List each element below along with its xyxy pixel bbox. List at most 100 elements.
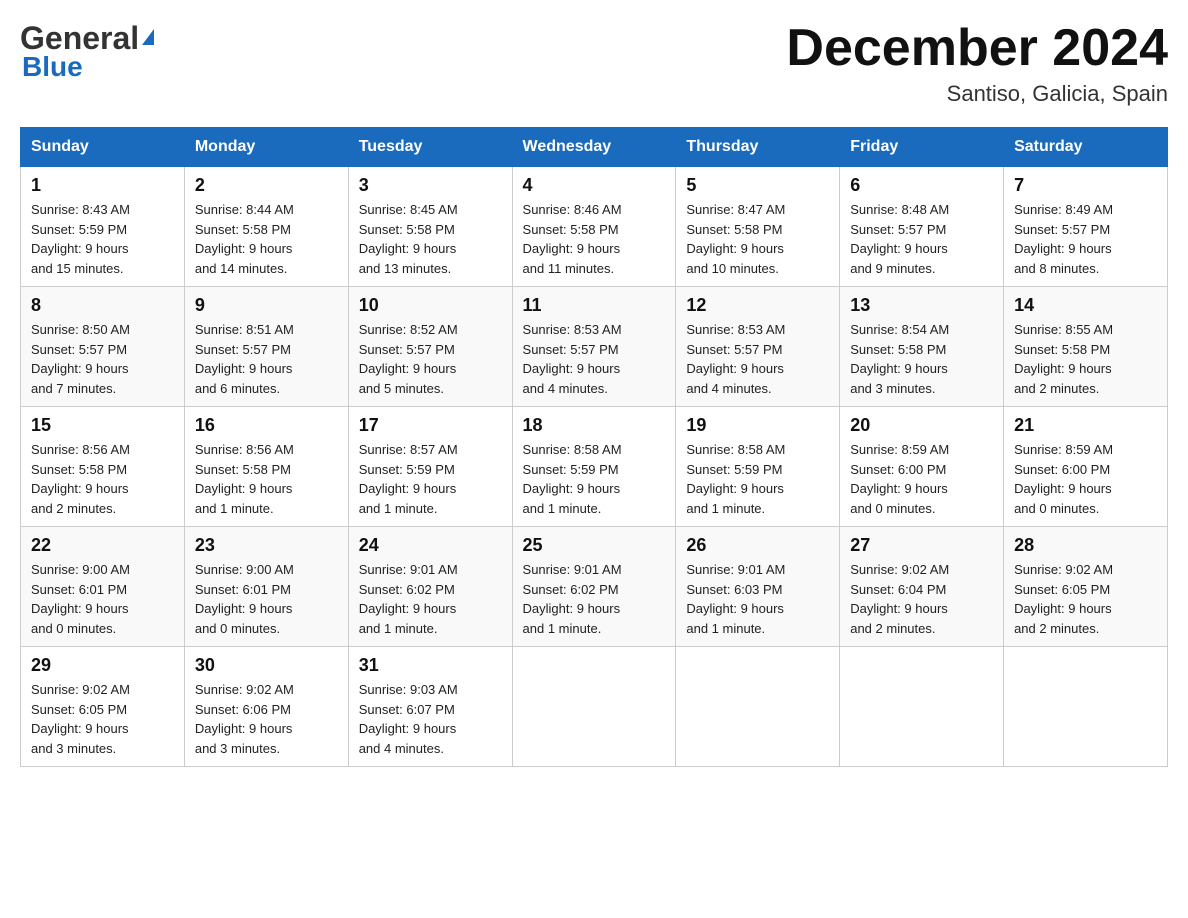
calendar-day-cell bbox=[1004, 647, 1168, 767]
calendar-day-cell bbox=[840, 647, 1004, 767]
day-number: 22 bbox=[31, 535, 174, 556]
day-of-week-header: Monday bbox=[184, 128, 348, 167]
calendar-day-cell: 1Sunrise: 8:43 AM Sunset: 5:59 PM Daylig… bbox=[21, 167, 185, 287]
calendar-day-cell: 4Sunrise: 8:46 AM Sunset: 5:58 PM Daylig… bbox=[512, 167, 676, 287]
calendar-day-cell: 3Sunrise: 8:45 AM Sunset: 5:58 PM Daylig… bbox=[348, 167, 512, 287]
page-header: General Blue December 2024 Santiso, Gali… bbox=[20, 20, 1168, 107]
day-number: 7 bbox=[1014, 175, 1157, 196]
calendar-day-cell: 13 Sunrise: 8:54 AM Sunset: 5:58 PM Dayli… bbox=[840, 287, 1004, 407]
calendar-day-cell: 10 Sunrise: 8:52 AM Sunset: 5:57 PM Dayli… bbox=[348, 287, 512, 407]
day-info: Sunrise: 8:52 AM Sunset: 5:57 PM Dayligh… bbox=[359, 320, 502, 398]
calendar-day-cell: 9 Sunrise: 8:51 AM Sunset: 5:57 PM Daylig… bbox=[184, 287, 348, 407]
calendar-week-row: 22 Sunrise: 9:00 AM Sunset: 6:01 PM Dayli… bbox=[21, 527, 1168, 647]
day-info: Sunrise: 8:48 AM Sunset: 5:57 PM Dayligh… bbox=[850, 200, 993, 278]
calendar-day-cell: 30 Sunrise: 9:02 AM Sunset: 6:06 PM Dayli… bbox=[184, 647, 348, 767]
day-of-week-header: Tuesday bbox=[348, 128, 512, 167]
day-number: 11 bbox=[523, 295, 666, 316]
day-info: Sunrise: 8:56 AM Sunset: 5:58 PM Dayligh… bbox=[31, 440, 174, 518]
day-number: 5 bbox=[686, 175, 829, 196]
calendar-day-cell bbox=[512, 647, 676, 767]
day-info: Sunrise: 8:55 AM Sunset: 5:58 PM Dayligh… bbox=[1014, 320, 1157, 398]
day-info: Sunrise: 9:00 AM Sunset: 6:01 PM Dayligh… bbox=[31, 560, 174, 638]
day-info: Sunrise: 9:02 AM Sunset: 6:05 PM Dayligh… bbox=[1014, 560, 1157, 638]
day-number: 8 bbox=[31, 295, 174, 316]
day-info: Sunrise: 8:54 AM Sunset: 5:58 PM Dayligh… bbox=[850, 320, 993, 398]
day-info: Sunrise: 8:56 AM Sunset: 5:58 PM Dayligh… bbox=[195, 440, 338, 518]
day-info: Sunrise: 9:03 AM Sunset: 6:07 PM Dayligh… bbox=[359, 680, 502, 758]
calendar-day-cell: 19 Sunrise: 8:58 AM Sunset: 5:59 PM Dayli… bbox=[676, 407, 840, 527]
logo-blue-text: Blue bbox=[22, 51, 83, 83]
calendar-day-cell: 17 Sunrise: 8:57 AM Sunset: 5:59 PM Dayli… bbox=[348, 407, 512, 527]
day-info: Sunrise: 8:57 AM Sunset: 5:59 PM Dayligh… bbox=[359, 440, 502, 518]
day-info: Sunrise: 8:44 AM Sunset: 5:58 PM Dayligh… bbox=[195, 200, 338, 278]
title-block: December 2024 Santiso, Galicia, Spain bbox=[786, 20, 1168, 107]
calendar-day-cell: 26Sunrise: 9:01 AM Sunset: 6:03 PM Dayli… bbox=[676, 527, 840, 647]
calendar-day-cell: 16Sunrise: 8:56 AM Sunset: 5:58 PM Dayli… bbox=[184, 407, 348, 527]
calendar-day-cell: 28 Sunrise: 9:02 AM Sunset: 6:05 PM Dayli… bbox=[1004, 527, 1168, 647]
calendar-day-cell: 29Sunrise: 9:02 AM Sunset: 6:05 PM Dayli… bbox=[21, 647, 185, 767]
day-number: 10 bbox=[359, 295, 502, 316]
day-number: 13 bbox=[850, 295, 993, 316]
calendar-week-row: 29Sunrise: 9:02 AM Sunset: 6:05 PM Dayli… bbox=[21, 647, 1168, 767]
day-info: Sunrise: 9:02 AM Sunset: 6:04 PM Dayligh… bbox=[850, 560, 993, 638]
day-number: 28 bbox=[1014, 535, 1157, 556]
day-number: 25 bbox=[523, 535, 666, 556]
day-number: 4 bbox=[523, 175, 666, 196]
calendar-day-cell: 2 Sunrise: 8:44 AM Sunset: 5:58 PM Daylig… bbox=[184, 167, 348, 287]
day-number: 18 bbox=[523, 415, 666, 436]
day-number: 6 bbox=[850, 175, 993, 196]
day-info: Sunrise: 8:59 AM Sunset: 6:00 PM Dayligh… bbox=[850, 440, 993, 518]
day-info: Sunrise: 9:02 AM Sunset: 6:06 PM Dayligh… bbox=[195, 680, 338, 758]
calendar-day-cell: 6 Sunrise: 8:48 AM Sunset: 5:57 PM Daylig… bbox=[840, 167, 1004, 287]
day-number: 27 bbox=[850, 535, 993, 556]
day-of-week-header: Sunday bbox=[21, 128, 185, 167]
day-info: Sunrise: 9:00 AM Sunset: 6:01 PM Dayligh… bbox=[195, 560, 338, 638]
calendar-header-row: SundayMondayTuesdayWednesdayThursdayFrid… bbox=[21, 128, 1168, 167]
calendar-day-cell: 25 Sunrise: 9:01 AM Sunset: 6:02 PM Dayli… bbox=[512, 527, 676, 647]
day-number: 2 bbox=[195, 175, 338, 196]
calendar-week-row: 15Sunrise: 8:56 AM Sunset: 5:58 PM Dayli… bbox=[21, 407, 1168, 527]
day-info: Sunrise: 9:02 AM Sunset: 6:05 PM Dayligh… bbox=[31, 680, 174, 758]
day-info: Sunrise: 8:51 AM Sunset: 5:57 PM Dayligh… bbox=[195, 320, 338, 398]
day-info: Sunrise: 8:50 AM Sunset: 5:57 PM Dayligh… bbox=[31, 320, 174, 398]
day-number: 17 bbox=[359, 415, 502, 436]
calendar-day-cell: 21Sunrise: 8:59 AM Sunset: 6:00 PM Dayli… bbox=[1004, 407, 1168, 527]
day-info: Sunrise: 8:53 AM Sunset: 5:57 PM Dayligh… bbox=[523, 320, 666, 398]
calendar-day-cell: 15Sunrise: 8:56 AM Sunset: 5:58 PM Dayli… bbox=[21, 407, 185, 527]
day-number: 1 bbox=[31, 175, 174, 196]
logo: General Blue bbox=[20, 20, 154, 83]
day-of-week-header: Wednesday bbox=[512, 128, 676, 167]
calendar-table: SundayMondayTuesdayWednesdayThursdayFrid… bbox=[20, 127, 1168, 767]
day-number: 21 bbox=[1014, 415, 1157, 436]
calendar-day-cell: 24 Sunrise: 9:01 AM Sunset: 6:02 PM Dayli… bbox=[348, 527, 512, 647]
day-number: 14 bbox=[1014, 295, 1157, 316]
day-info: Sunrise: 8:53 AM Sunset: 5:57 PM Dayligh… bbox=[686, 320, 829, 398]
day-info: Sunrise: 9:01 AM Sunset: 6:02 PM Dayligh… bbox=[359, 560, 502, 638]
day-info: Sunrise: 9:01 AM Sunset: 6:02 PM Dayligh… bbox=[523, 560, 666, 638]
day-number: 30 bbox=[195, 655, 338, 676]
calendar-day-cell: 20Sunrise: 8:59 AM Sunset: 6:00 PM Dayli… bbox=[840, 407, 1004, 527]
day-number: 26 bbox=[686, 535, 829, 556]
calendar-week-row: 1Sunrise: 8:43 AM Sunset: 5:59 PM Daylig… bbox=[21, 167, 1168, 287]
day-of-week-header: Thursday bbox=[676, 128, 840, 167]
calendar-day-cell: 14 Sunrise: 8:55 AM Sunset: 5:58 PM Dayli… bbox=[1004, 287, 1168, 407]
day-number: 12 bbox=[686, 295, 829, 316]
calendar-subtitle: Santiso, Galicia, Spain bbox=[786, 81, 1168, 107]
day-info: Sunrise: 8:58 AM Sunset: 5:59 PM Dayligh… bbox=[686, 440, 829, 518]
calendar-week-row: 8 Sunrise: 8:50 AM Sunset: 5:57 PM Daylig… bbox=[21, 287, 1168, 407]
day-number: 23 bbox=[195, 535, 338, 556]
calendar-day-cell: 11 Sunrise: 8:53 AM Sunset: 5:57 PM Dayli… bbox=[512, 287, 676, 407]
day-number: 3 bbox=[359, 175, 502, 196]
day-number: 19 bbox=[686, 415, 829, 436]
day-info: Sunrise: 8:47 AM Sunset: 5:58 PM Dayligh… bbox=[686, 200, 829, 278]
calendar-day-cell: 8 Sunrise: 8:50 AM Sunset: 5:57 PM Daylig… bbox=[21, 287, 185, 407]
day-info: Sunrise: 8:58 AM Sunset: 5:59 PM Dayligh… bbox=[523, 440, 666, 518]
calendar-day-cell: 7Sunrise: 8:49 AM Sunset: 5:57 PM Daylig… bbox=[1004, 167, 1168, 287]
logo-triangle-icon bbox=[142, 29, 154, 45]
day-number: 9 bbox=[195, 295, 338, 316]
day-of-week-header: Saturday bbox=[1004, 128, 1168, 167]
day-of-week-header: Friday bbox=[840, 128, 1004, 167]
calendar-title: December 2024 bbox=[786, 20, 1168, 77]
day-number: 24 bbox=[359, 535, 502, 556]
calendar-day-cell: 31Sunrise: 9:03 AM Sunset: 6:07 PM Dayli… bbox=[348, 647, 512, 767]
